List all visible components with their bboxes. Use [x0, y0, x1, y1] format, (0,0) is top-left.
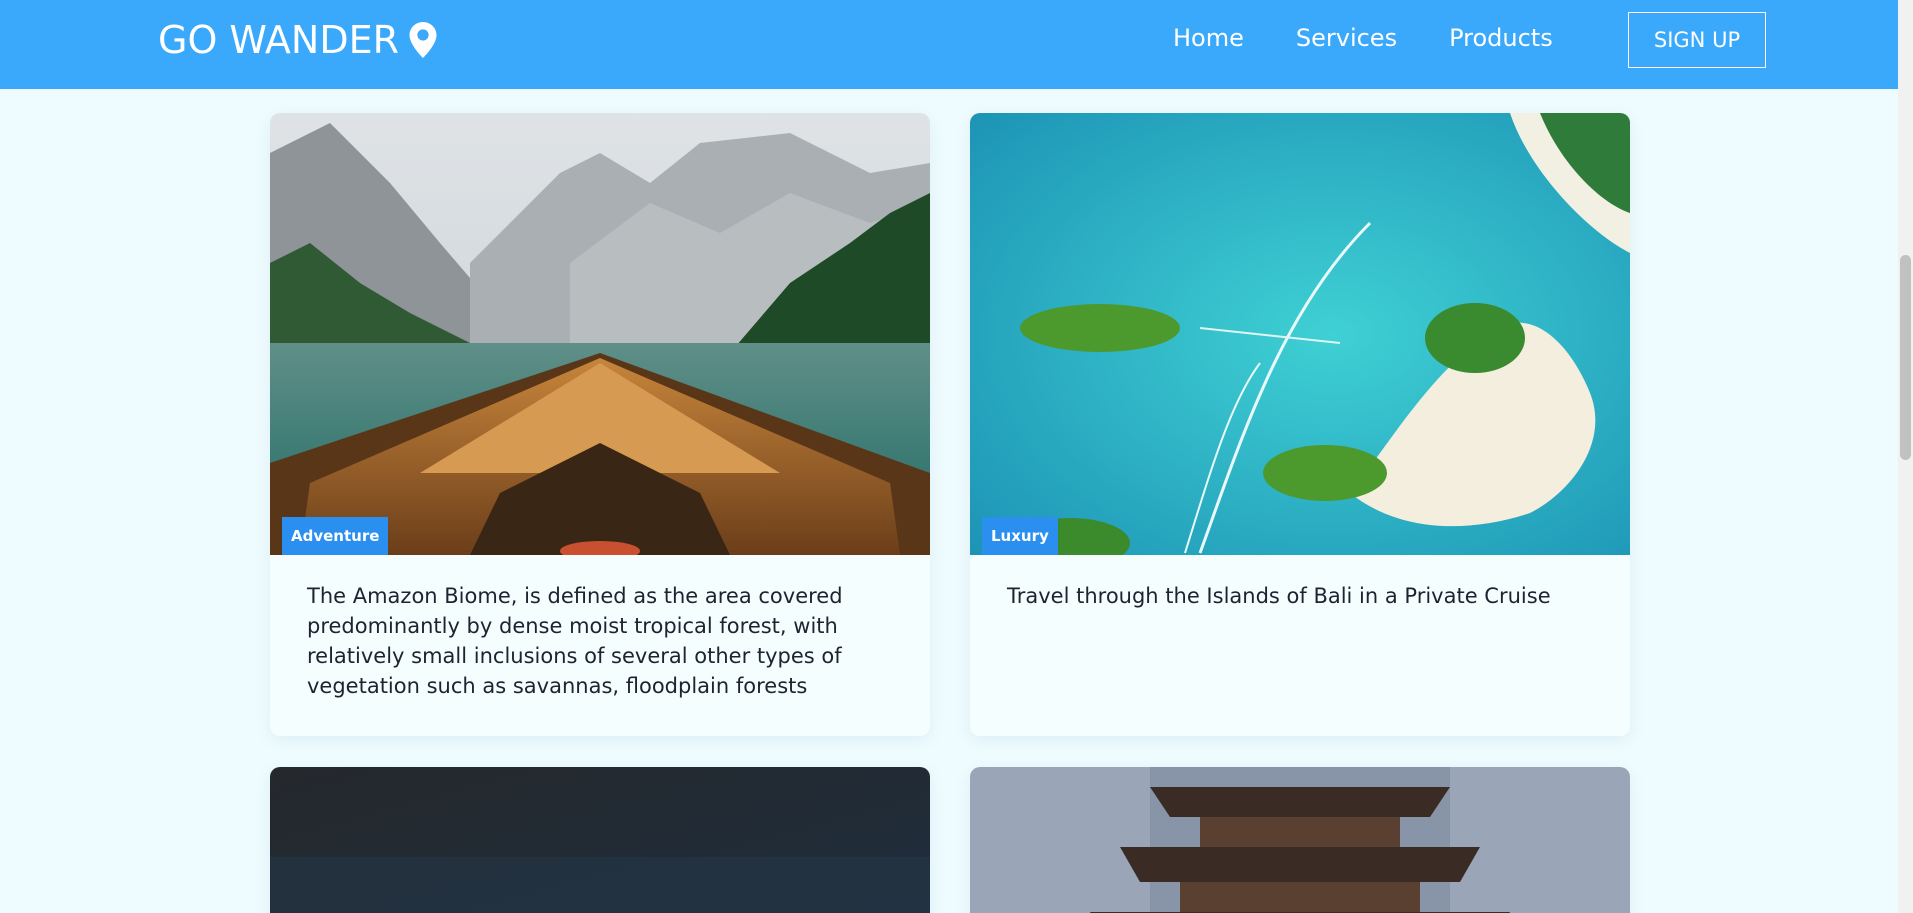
card-luxury[interactable]: Luxury Travel through the Islands of Bal… [970, 113, 1630, 736]
dark-water-image [270, 767, 930, 913]
nav-link-services[interactable]: Services [1296, 24, 1397, 52]
category-tag: Adventure [282, 517, 389, 555]
card-description: Travel through the Islands of Bali in a … [1007, 584, 1551, 608]
card-image-dark-water [270, 767, 930, 913]
brand-name: GO WANDER [158, 18, 400, 62]
scrollbar-thumb[interactable] [1900, 255, 1911, 460]
card-description: The Amazon Biome, is defined as the area… [307, 584, 843, 698]
boat-lake-image [270, 113, 930, 555]
pagoda-image [970, 767, 1630, 913]
category-tag: Luxury [982, 517, 1058, 555]
card-image-islands: Luxury [970, 113, 1630, 555]
sign-up-button[interactable]: SIGN UP [1628, 12, 1766, 68]
card-image-pagoda [970, 767, 1630, 913]
top-navbar: GO WANDER Home Services Products SIGN UP [0, 0, 1898, 89]
nav-link-products[interactable]: Products [1449, 24, 1553, 52]
card-dark-water[interactable] [270, 767, 930, 913]
card-adventure[interactable]: Adventure The Amazon Biome, is defined a… [270, 113, 930, 736]
nav-links: Home Services Products [1173, 24, 1605, 52]
card-image-boat-lake: Adventure [270, 113, 930, 555]
map-pin-icon [409, 22, 437, 58]
nav-link-home[interactable]: Home [1173, 24, 1244, 52]
islands-image [970, 113, 1630, 555]
brand-logo-link[interactable]: GO WANDER [158, 18, 437, 62]
card-pagoda[interactable] [970, 767, 1630, 913]
